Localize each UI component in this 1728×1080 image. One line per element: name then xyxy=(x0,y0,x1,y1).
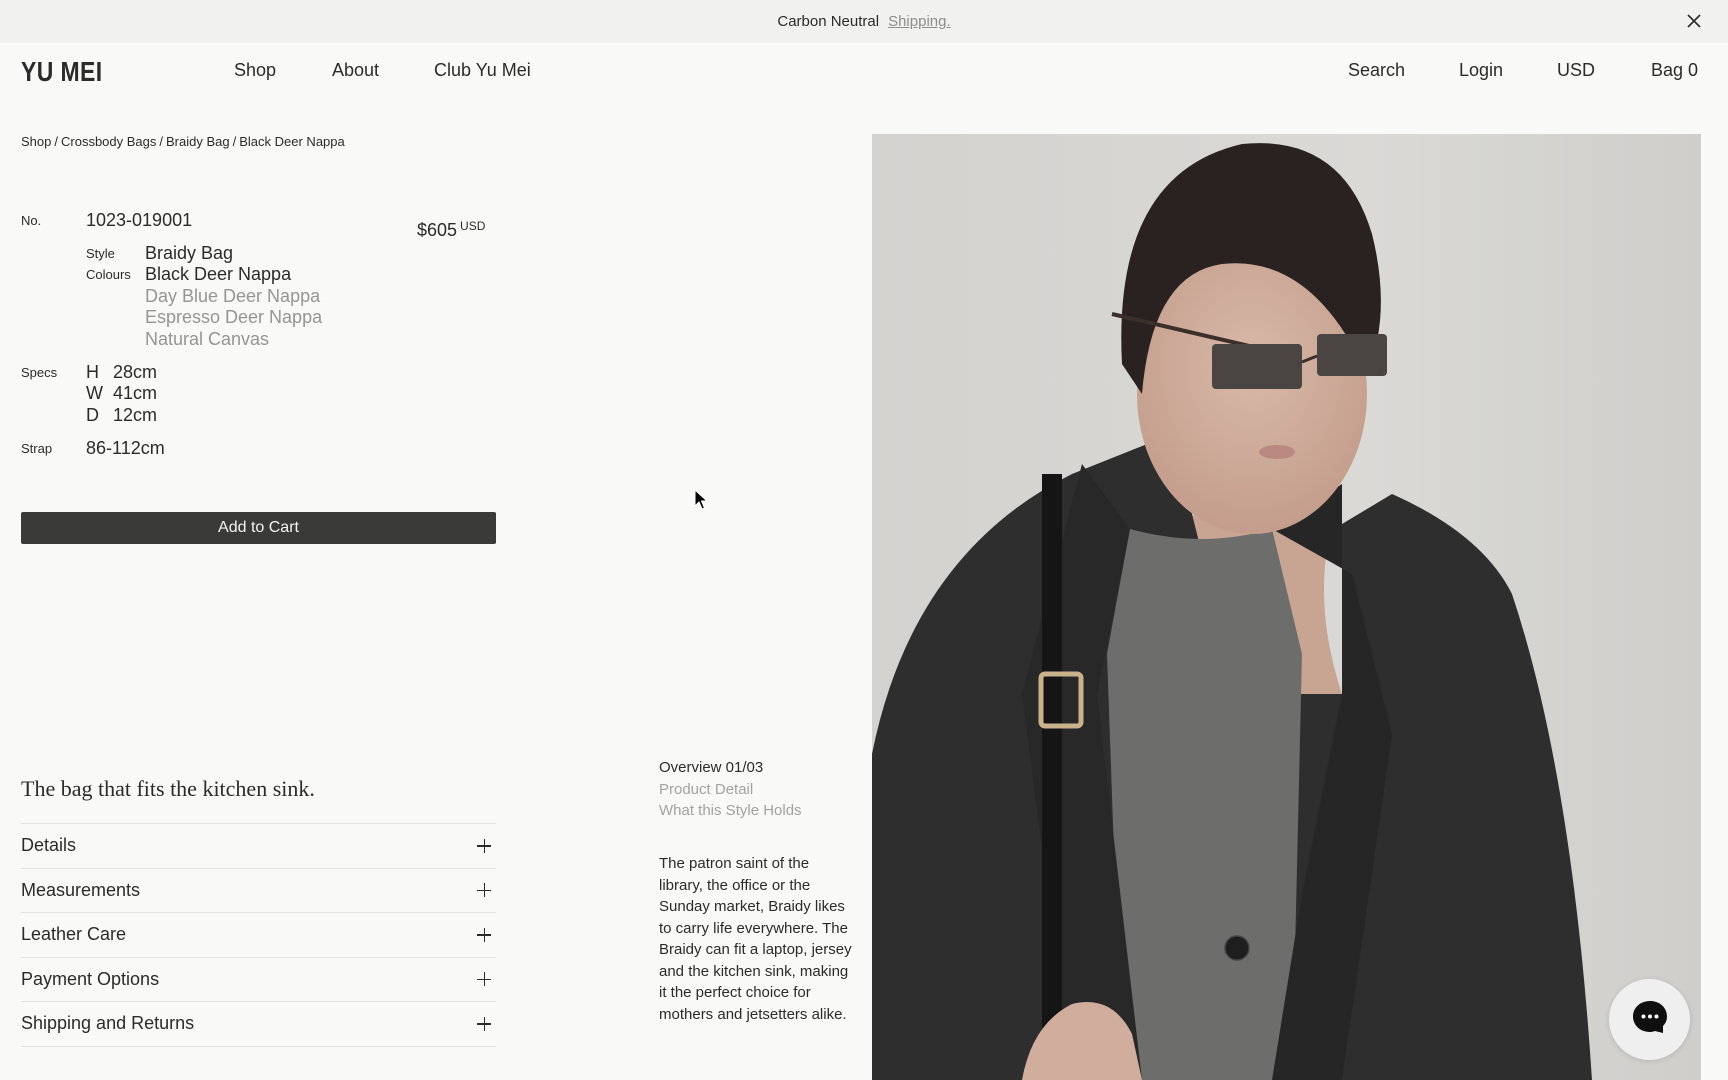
sunglasses-left xyxy=(1212,344,1302,389)
plus-icon[interactable] xyxy=(477,1016,491,1031)
add-to-cart-button[interactable]: Add to Cart xyxy=(21,512,496,544)
product-accordion: Details Measurements Leather Care Paymen… xyxy=(21,823,496,1047)
accordion-label: Measurements xyxy=(21,879,141,900)
accordion-shipping-returns[interactable]: Shipping and Returns xyxy=(21,1002,496,1047)
product-price: $605 USD xyxy=(417,219,486,241)
product-tagline: The bag that fits the kitchen sink. xyxy=(21,776,315,801)
plus-icon[interactable] xyxy=(477,883,491,898)
plus-icon[interactable] xyxy=(477,972,491,987)
nav-bag[interactable]: Bag 0 xyxy=(1651,60,1698,81)
breadcrumb-separator: / xyxy=(159,134,164,149)
nav-login[interactable]: Login xyxy=(1459,60,1503,81)
spec-key: H xyxy=(86,362,99,382)
breadcrumb-crossbody-bags[interactable]: Crossbody Bags xyxy=(61,134,156,149)
colour-option[interactable]: Espresso Deer Nappa xyxy=(145,307,322,328)
chat-widget-button[interactable] xyxy=(1609,979,1690,1060)
nav-currency[interactable]: USD xyxy=(1557,60,1595,81)
accordion-label: Details xyxy=(21,835,77,856)
spec-width: W 41cm xyxy=(86,383,157,404)
spec-height: H 28cm xyxy=(86,362,157,383)
nav-about[interactable]: About xyxy=(332,60,379,81)
spec-key: W xyxy=(86,383,103,403)
breadcrumb-braidy-bag[interactable]: Braidy Bag xyxy=(166,134,230,149)
announcement-bar: Carbon Neutral Shipping. xyxy=(0,0,1728,43)
overview-nav: Overview 01/03 Product Detail What this … xyxy=(659,757,802,822)
spec-value: 28cm xyxy=(113,362,158,382)
breadcrumb-separator: / xyxy=(54,134,58,149)
model-photo xyxy=(872,134,1701,1080)
product-number: 1023-019001 xyxy=(86,210,193,230)
mouse-cursor-icon xyxy=(694,488,710,511)
plus-icon[interactable] xyxy=(477,927,491,942)
announcement-text: Carbon Neutral xyxy=(777,13,880,30)
nav-club-yu-mei[interactable]: Club Yu Mei xyxy=(434,60,531,81)
breadcrumb-shop[interactable]: Shop xyxy=(21,134,51,149)
main-nav: YU MEI Shop About Club Yu Mei Search Log… xyxy=(0,43,1728,99)
colour-option[interactable]: Natural Canvas xyxy=(145,329,269,350)
chat-bubble-icon xyxy=(1631,999,1669,1040)
bag-strap xyxy=(1042,474,1062,1080)
overview-tab-overview[interactable]: Overview 01/03 xyxy=(659,757,802,779)
colour-option[interactable]: Day Blue Deer Nappa xyxy=(145,286,320,307)
spec-depth: D 12cm xyxy=(86,405,157,426)
breadcrumb: Shop / Crossbody Bags / Braidy Bag / Black Dee… xyxy=(21,134,345,149)
accordion-payment-options[interactable]: Payment Options xyxy=(21,958,496,1002)
plus-icon[interactable] xyxy=(477,838,491,853)
accordion-label: Payment Options xyxy=(21,968,160,989)
logo[interactable]: YU MEI xyxy=(21,56,103,88)
shipping-link[interactable]: Shipping. xyxy=(888,13,951,30)
sunglasses-right xyxy=(1317,334,1387,376)
model-shirt xyxy=(1107,529,1302,1080)
strap-value: 86-112cm xyxy=(86,438,165,458)
strap-label: Strap xyxy=(21,441,53,456)
specs-label: Specs xyxy=(21,365,58,380)
spec-key: D xyxy=(86,405,99,425)
number-label: No. xyxy=(21,213,42,228)
product-hero-image[interactable] xyxy=(872,134,1701,1080)
spec-value: 41cm xyxy=(113,383,158,403)
close-icon[interactable] xyxy=(1684,11,1704,31)
accordion-label: Leather Care xyxy=(21,924,127,945)
colour-option-selected[interactable]: Black Deer Nappa xyxy=(145,264,291,285)
spec-value: 12cm xyxy=(113,405,158,425)
colours-label: Colours xyxy=(86,267,131,282)
breadcrumb-separator: / xyxy=(232,134,237,149)
overview-description: The patron saint of the library, the off… xyxy=(659,855,852,1023)
accordion-label: Shipping and Returns xyxy=(21,1013,195,1034)
nav-shop[interactable]: Shop xyxy=(234,60,276,81)
accordion-leather-care[interactable]: Leather Care xyxy=(21,913,496,958)
overview-tab-what-this-style-holds[interactable]: What this Style Holds xyxy=(659,800,802,822)
price-currency: USD xyxy=(460,219,486,233)
style-label: Style xyxy=(86,246,115,261)
accordion-measurements[interactable]: Measurements xyxy=(21,869,496,913)
breadcrumb-current[interactable]: Black Deer Nappa xyxy=(239,134,345,149)
price-value: $605 xyxy=(417,220,458,240)
style-value: Braidy Bag xyxy=(145,243,234,263)
overview-tab-product-detail[interactable]: Product Detail xyxy=(659,779,802,801)
accordion-details[interactable]: Details xyxy=(21,824,496,869)
nav-search[interactable]: Search xyxy=(1348,60,1405,81)
